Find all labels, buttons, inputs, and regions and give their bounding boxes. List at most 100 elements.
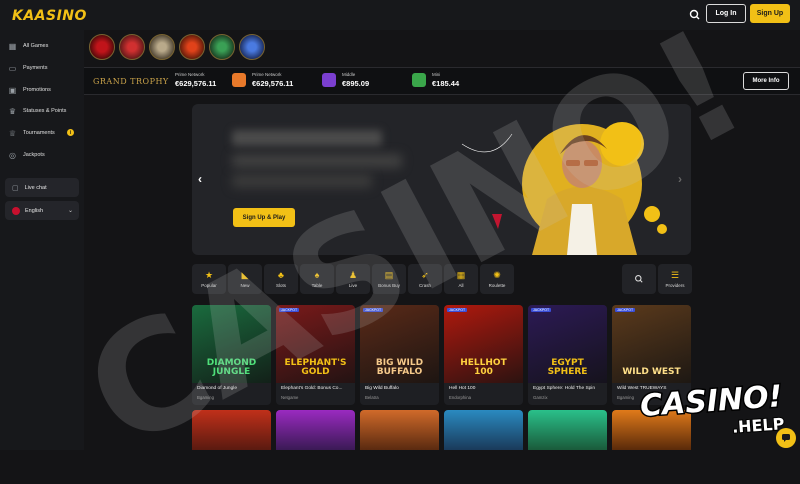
chevron-down-icon: ⌄ [67, 208, 73, 214]
tab-live[interactable]: ♟ Live [336, 264, 370, 294]
sidebar-item-all-games[interactable]: ▦ All Games [8, 39, 49, 53]
game-thumbnail-title: HELLHOT 100 [460, 358, 507, 377]
stack-icon: ☰ [670, 270, 680, 280]
rocket-icon: ➶ [421, 270, 429, 280]
game-provider: Endorphina [449, 395, 471, 400]
chat-widget-button[interactable] [776, 428, 796, 448]
tab-label: Live [348, 283, 358, 288]
game-tile[interactable] [444, 410, 523, 450]
provider-pill[interactable] [89, 34, 115, 60]
tab-label: Providers [665, 283, 685, 288]
tab-providers[interactable]: ☰ Providers [658, 264, 692, 294]
game-search-button[interactable] [622, 264, 656, 294]
game-tile[interactable]: ELEPHANT'S GOLD JACKPOT Elephant's Gold: B… [276, 305, 355, 405]
tab-label: Table [311, 283, 323, 288]
tab-popular[interactable]: ★ Popular [192, 264, 226, 294]
top-bar: KAASINO Log In Sign Up [0, 0, 800, 30]
game-tile[interactable] [360, 410, 439, 450]
game-tile[interactable]: DIAMOND JUNGLE Diamond of Jungle Bgaming [192, 305, 271, 405]
provider-pill[interactable] [209, 34, 235, 60]
grid-icon: ▦ [8, 41, 17, 51]
wallet-icon: ▭ [8, 63, 17, 73]
site-logo[interactable]: KAASINO [12, 8, 87, 24]
blurred-headline [232, 130, 382, 146]
jackpot-amount: €629,576.11 [252, 79, 294, 88]
game-thumbnail[interactable]: HELLHOT 100 JACKPOT [444, 305, 523, 383]
sidebar-item-jackpots[interactable]: ◎ Jackpots [8, 148, 45, 162]
jackpot-tag: JACKPOT [531, 308, 552, 312]
sidebar-item-promotions[interactable]: ▣ Promotions [8, 83, 51, 97]
game-thumbnail[interactable]: ELEPHANT'S GOLD JACKPOT [276, 305, 355, 383]
game-tile[interactable]: HELLHOT 100 JACKPOT Hell Hot 100 Endorphina [444, 305, 523, 405]
jackpot-icon [232, 73, 246, 87]
provider-pill[interactable] [179, 34, 205, 60]
game-thumbnail-title: BIG WILD BUFFALO [375, 358, 424, 377]
signup-button[interactable]: Sign Up [750, 4, 790, 23]
jackpot-icon [322, 73, 336, 87]
search-icon[interactable] [688, 8, 702, 22]
tab-roulette[interactable]: ✺ Roulette [480, 264, 514, 294]
tab-bonus-buy[interactable]: ▤ Bonus Buy [372, 264, 406, 294]
star-icon: ★ [204, 270, 214, 280]
tab-slots[interactable]: ♣ Slots [264, 264, 298, 294]
jackpot-caption: Mini [432, 72, 441, 77]
sidebar-item-label: Tournaments [23, 130, 55, 136]
game-thumbnail[interactable]: DIAMOND JUNGLE [192, 305, 271, 383]
cherry-icon: ♣ [278, 270, 284, 280]
hero-banner[interactable]: Sign Up & Play [192, 104, 691, 255]
game-thumbnail[interactable]: WILD WEST JACKPOT [612, 305, 691, 383]
live-chat-button[interactable]: ▢ Live chat [5, 178, 79, 197]
game-thumbnail[interactable]: BIG WILD BUFFALO JACKPOT [360, 305, 439, 383]
sidebar-item-statuses[interactable]: ♛ Statuses & Points [8, 104, 67, 118]
blurred-subline [232, 174, 372, 188]
provider-pill[interactable] [239, 34, 265, 60]
game-tile[interactable] [192, 410, 271, 450]
tab-new[interactable]: ◣ New [228, 264, 262, 294]
tab-label: Popular [201, 283, 217, 288]
search-icon [635, 275, 643, 283]
provider-pill[interactable] [119, 34, 145, 60]
sidebar-item-label: All Games [23, 43, 49, 49]
game-thumbnail[interactable]: EGYPT SPHERE JACKPOT [528, 305, 607, 383]
tab-label: Roulette [488, 283, 506, 288]
game-provider: Bgaming [197, 395, 214, 400]
tab-label: Crash [418, 283, 431, 288]
tab-crash[interactable]: ➶ Crash [408, 264, 442, 294]
game-tile[interactable] [528, 410, 607, 450]
sidebar-item-label: Payments [23, 65, 48, 71]
language-label: English [25, 207, 44, 214]
grand-trophy-title: GRAND TROPHY [93, 77, 169, 86]
sidebar: ▦ All Games ▭ Payments ▣ Promotions ♛ Status… [0, 30, 84, 450]
jackpot-bar: GRAND TROPHY Prime Network €629,576.11 P… [84, 67, 800, 95]
sidebar-item-tournaments[interactable]: ♕ Tournaments [8, 126, 55, 140]
hero-next-arrow[interactable]: › [678, 172, 682, 186]
hero-signup-button[interactable]: Sign Up & Play [233, 208, 295, 227]
game-name: Hell Hot 100 [449, 386, 476, 391]
jackpot-caption: Prime Network [252, 72, 282, 77]
jackpot-tag: JACKPOT [447, 308, 468, 312]
provider-pill[interactable] [149, 34, 175, 60]
jackpot-caption: Prime Network [175, 72, 205, 77]
tab-table[interactable]: ♠ Table [300, 264, 334, 294]
chat-icon [782, 434, 790, 442]
tab-label: All [458, 283, 464, 288]
language-select[interactable]: English ⌄ [5, 201, 79, 220]
game-thumbnail-title: ELEPHANT'S GOLD [284, 358, 347, 377]
sidebar-item-label: Promotions [23, 87, 51, 93]
more-info-button[interactable]: More Info [743, 72, 789, 90]
sidebar-item-payments[interactable]: ▭ Payments [8, 61, 48, 75]
game-tile[interactable]: EGYPT SPHERE JACKPOT Egypt Sphere: Hold Th… [528, 305, 607, 405]
game-name: Diamond of Jungle [197, 386, 237, 391]
game-tile[interactable]: BIG WILD BUFFALO JACKPOT Big Wild Buffalo B… [360, 305, 439, 405]
hero-prev-arrow[interactable]: ‹ [198, 172, 202, 186]
tab-all[interactable]: ▦ All [444, 264, 478, 294]
game-name: Big Wild Buffalo [365, 386, 399, 391]
crown-icon: ♛ [8, 106, 17, 116]
jackpot-amount: €629,576.11 [175, 79, 217, 88]
login-button[interactable]: Log In [706, 4, 746, 23]
coins-icon: ◎ [9, 150, 16, 160]
game-name: Elephant's Gold: Bonus Co... [281, 386, 343, 391]
game-tile[interactable] [276, 410, 355, 450]
dealer-icon: ♟ [348, 270, 358, 280]
game-name: Egypt Sphere: Hold The Spin [533, 386, 596, 391]
